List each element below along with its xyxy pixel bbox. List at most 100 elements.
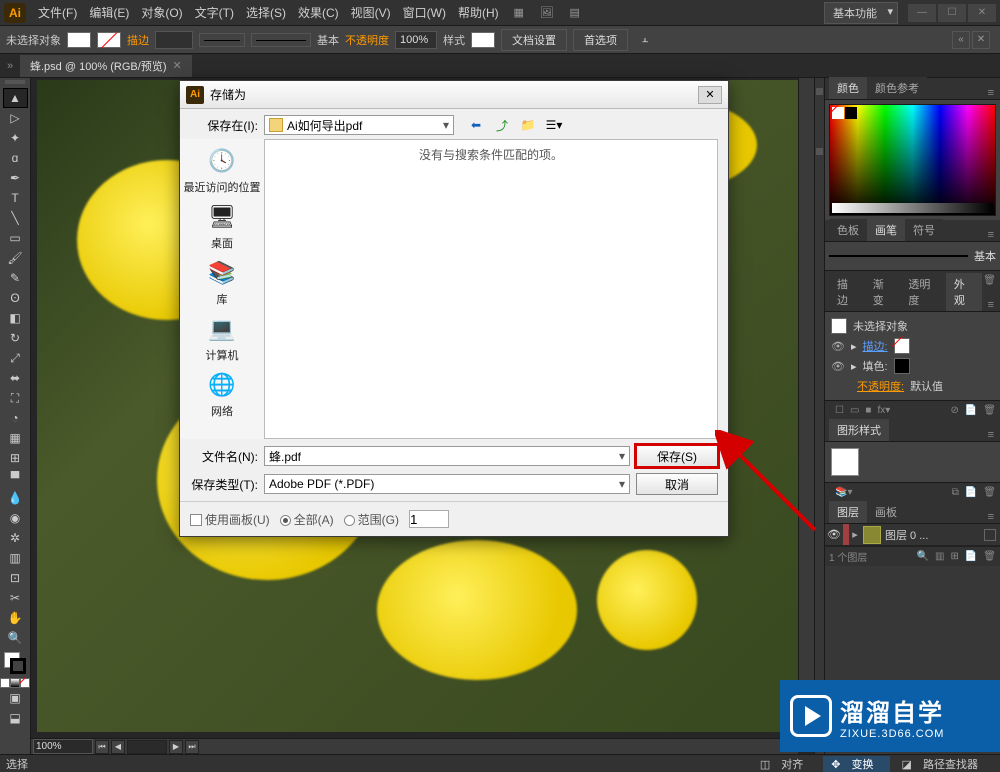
nav-next-icon[interactable]: ▶	[169, 740, 183, 754]
menu-window[interactable]: 窗口(W)	[397, 4, 452, 21]
tab-layers[interactable]: 图层	[829, 501, 867, 523]
arrow-icon[interactable]: ▸	[851, 340, 857, 353]
menu-file[interactable]: 文件(F)	[32, 4, 83, 21]
make-clip-icon[interactable]: ▥	[935, 551, 944, 562]
tab-symbols[interactable]: 符号	[905, 219, 943, 241]
layer-expand-icon[interactable]: ▸	[849, 528, 861, 541]
dup-icon[interactable]: 📄	[965, 405, 977, 416]
fill-stroke-control[interactable]	[4, 652, 26, 674]
gs-lib-icon[interactable]: 📚▾	[835, 487, 946, 498]
panel-menu-icon[interactable]: ≡	[982, 87, 1000, 99]
hand-tool[interactable]: ✋	[3, 608, 28, 628]
window-minimize[interactable]: —	[908, 4, 936, 22]
add-effect-icon[interactable]: fx▾	[877, 405, 890, 416]
nav-prev-icon[interactable]: ◀	[111, 740, 125, 754]
artboard-tool[interactable]: ⊡	[3, 568, 28, 588]
opacity-label[interactable]: 不透明度	[345, 32, 389, 48]
bridge-icon[interactable]: 🖼	[533, 3, 561, 23]
nav-first-icon[interactable]: ⏮	[95, 740, 109, 754]
menu-help[interactable]: 帮助(H)	[452, 4, 505, 21]
menu-object[interactable]: 对象(O)	[135, 4, 188, 21]
slice-tool[interactable]: ✂	[3, 588, 28, 608]
layer-visibility-icon[interactable]: 👁	[825, 528, 843, 541]
menu-effect[interactable]: 效果(C)	[292, 4, 345, 21]
stroke-weight-input[interactable]	[155, 31, 193, 49]
rotate-tool[interactable]: ↻	[3, 328, 28, 348]
arrow-icon[interactable]: ▸	[851, 360, 857, 373]
arrange-icon[interactable]: ▤	[561, 3, 589, 23]
menu-edit[interactable]: 编辑(E)	[83, 4, 135, 21]
status-align[interactable]: ◫ 对齐	[752, 756, 819, 772]
new-style-icon[interactable]: 📄	[965, 487, 977, 498]
nav-up-icon[interactable]: ⤴	[492, 116, 512, 134]
width-tool[interactable]: ⬌	[3, 368, 28, 388]
document-tab-close-icon[interactable]: ✕	[172, 59, 181, 72]
screen-mode-tool[interactable]: ▣	[3, 688, 28, 708]
brush-def[interactable]	[251, 33, 311, 47]
align-icon[interactable]: ⫠	[634, 33, 656, 46]
place-recent[interactable]: 🕓最近访问的位置	[184, 145, 261, 195]
mesh-tool[interactable]: ⊞	[3, 448, 28, 468]
vertical-scrollbar[interactable]	[798, 78, 814, 738]
menu-view[interactable]: 视图(V)	[345, 4, 397, 21]
stroke-swatch[interactable]	[97, 32, 121, 48]
view-menu-icon[interactable]: ☰▾	[544, 116, 564, 134]
eraser-tool[interactable]: ◧	[3, 308, 28, 328]
graphic-style-swatch[interactable]	[471, 32, 495, 48]
artboard-nav[interactable]	[127, 740, 167, 754]
line-tool[interactable]: ╲	[3, 208, 28, 228]
tab-color[interactable]: 颜色	[829, 77, 867, 99]
tab-brushes[interactable]: 画笔	[867, 219, 905, 241]
place-library[interactable]: 📚库	[206, 257, 238, 307]
color-spectrum[interactable]	[829, 104, 996, 216]
tab-appearance[interactable]: 外观	[946, 273, 982, 311]
magic-wand-tool[interactable]: ✦	[3, 128, 28, 148]
file-list[interactable]: 没有与搜索条件匹配的项。	[264, 139, 718, 439]
add-fill-icon[interactable]: ■	[865, 405, 871, 416]
free-transform-tool[interactable]: ⛶	[3, 388, 28, 408]
menu-select[interactable]: 选择(S)	[240, 4, 292, 21]
graph-tool[interactable]: ▥	[3, 548, 28, 568]
status-transform[interactable]: ✥ 变换	[823, 756, 889, 772]
selection-tool[interactable]: ▲	[3, 88, 28, 108]
window-close[interactable]: ✕	[968, 4, 996, 22]
menu-type[interactable]: 文字(T)	[189, 4, 240, 21]
tab-scroll-icon[interactable]: »	[0, 56, 20, 76]
use-artboards-checkbox[interactable]: 使用画板(U)	[190, 511, 270, 528]
range-input[interactable]	[409, 510, 449, 528]
trash-icon[interactable]: 🗑	[983, 405, 996, 416]
pencil-tool[interactable]: ✎	[3, 268, 28, 288]
brush-stroke-preview[interactable]	[829, 255, 968, 257]
graphic-styles-body[interactable]	[825, 442, 1000, 482]
lasso-tool[interactable]: ɑ	[3, 148, 28, 168]
window-maximize[interactable]: ☐	[938, 4, 966, 22]
appearance-opacity-label[interactable]: 不透明度:	[857, 378, 904, 394]
zoom-tool[interactable]: 🔍	[3, 628, 28, 648]
tab-gradient[interactable]: 渐变	[865, 273, 901, 311]
break-link-icon[interactable]: ⧉	[952, 487, 959, 498]
panel-menu-icon[interactable]: ≡	[982, 299, 1000, 311]
nav-last-icon[interactable]: ⏭	[185, 740, 199, 754]
tab-color-guide[interactable]: 颜色参考	[867, 77, 927, 99]
change-screen-mode[interactable]: ⬓	[3, 708, 28, 728]
new-folder-icon[interactable]: 📁	[518, 116, 538, 134]
layer-thumbnail[interactable]	[863, 526, 881, 544]
black-swatch-icon[interactable]	[845, 107, 857, 119]
workspace-selector[interactable]: 基本功能	[824, 2, 898, 24]
document-setup-button[interactable]: 文档设置	[501, 29, 567, 51]
stroke-label[interactable]: 描边	[127, 32, 149, 48]
color-panel-body[interactable]	[825, 100, 1000, 220]
new-sublayer-icon[interactable]: ⊞	[950, 551, 958, 562]
cancel-button[interactable]: 取消	[636, 473, 718, 495]
shape-builder-tool[interactable]: ◔	[3, 408, 28, 428]
tab-swatches[interactable]: 色板	[829, 219, 867, 241]
color-mode-row[interactable]	[0, 678, 30, 688]
scale-tool[interactable]: ⤢	[3, 348, 28, 368]
none-swatch-icon[interactable]	[832, 107, 844, 119]
pen-tool[interactable]: ✒	[3, 168, 28, 188]
layer-row[interactable]: 👁 ▸ 图层 0 ...	[825, 524, 1000, 546]
graphic-style-thumb[interactable]	[831, 448, 859, 476]
rectangle-tool[interactable]: ▭	[3, 228, 28, 248]
dialog-titlebar[interactable]: Ai 存储为 ✕	[180, 81, 728, 109]
all-radio[interactable]: 全部(A)	[280, 511, 334, 528]
